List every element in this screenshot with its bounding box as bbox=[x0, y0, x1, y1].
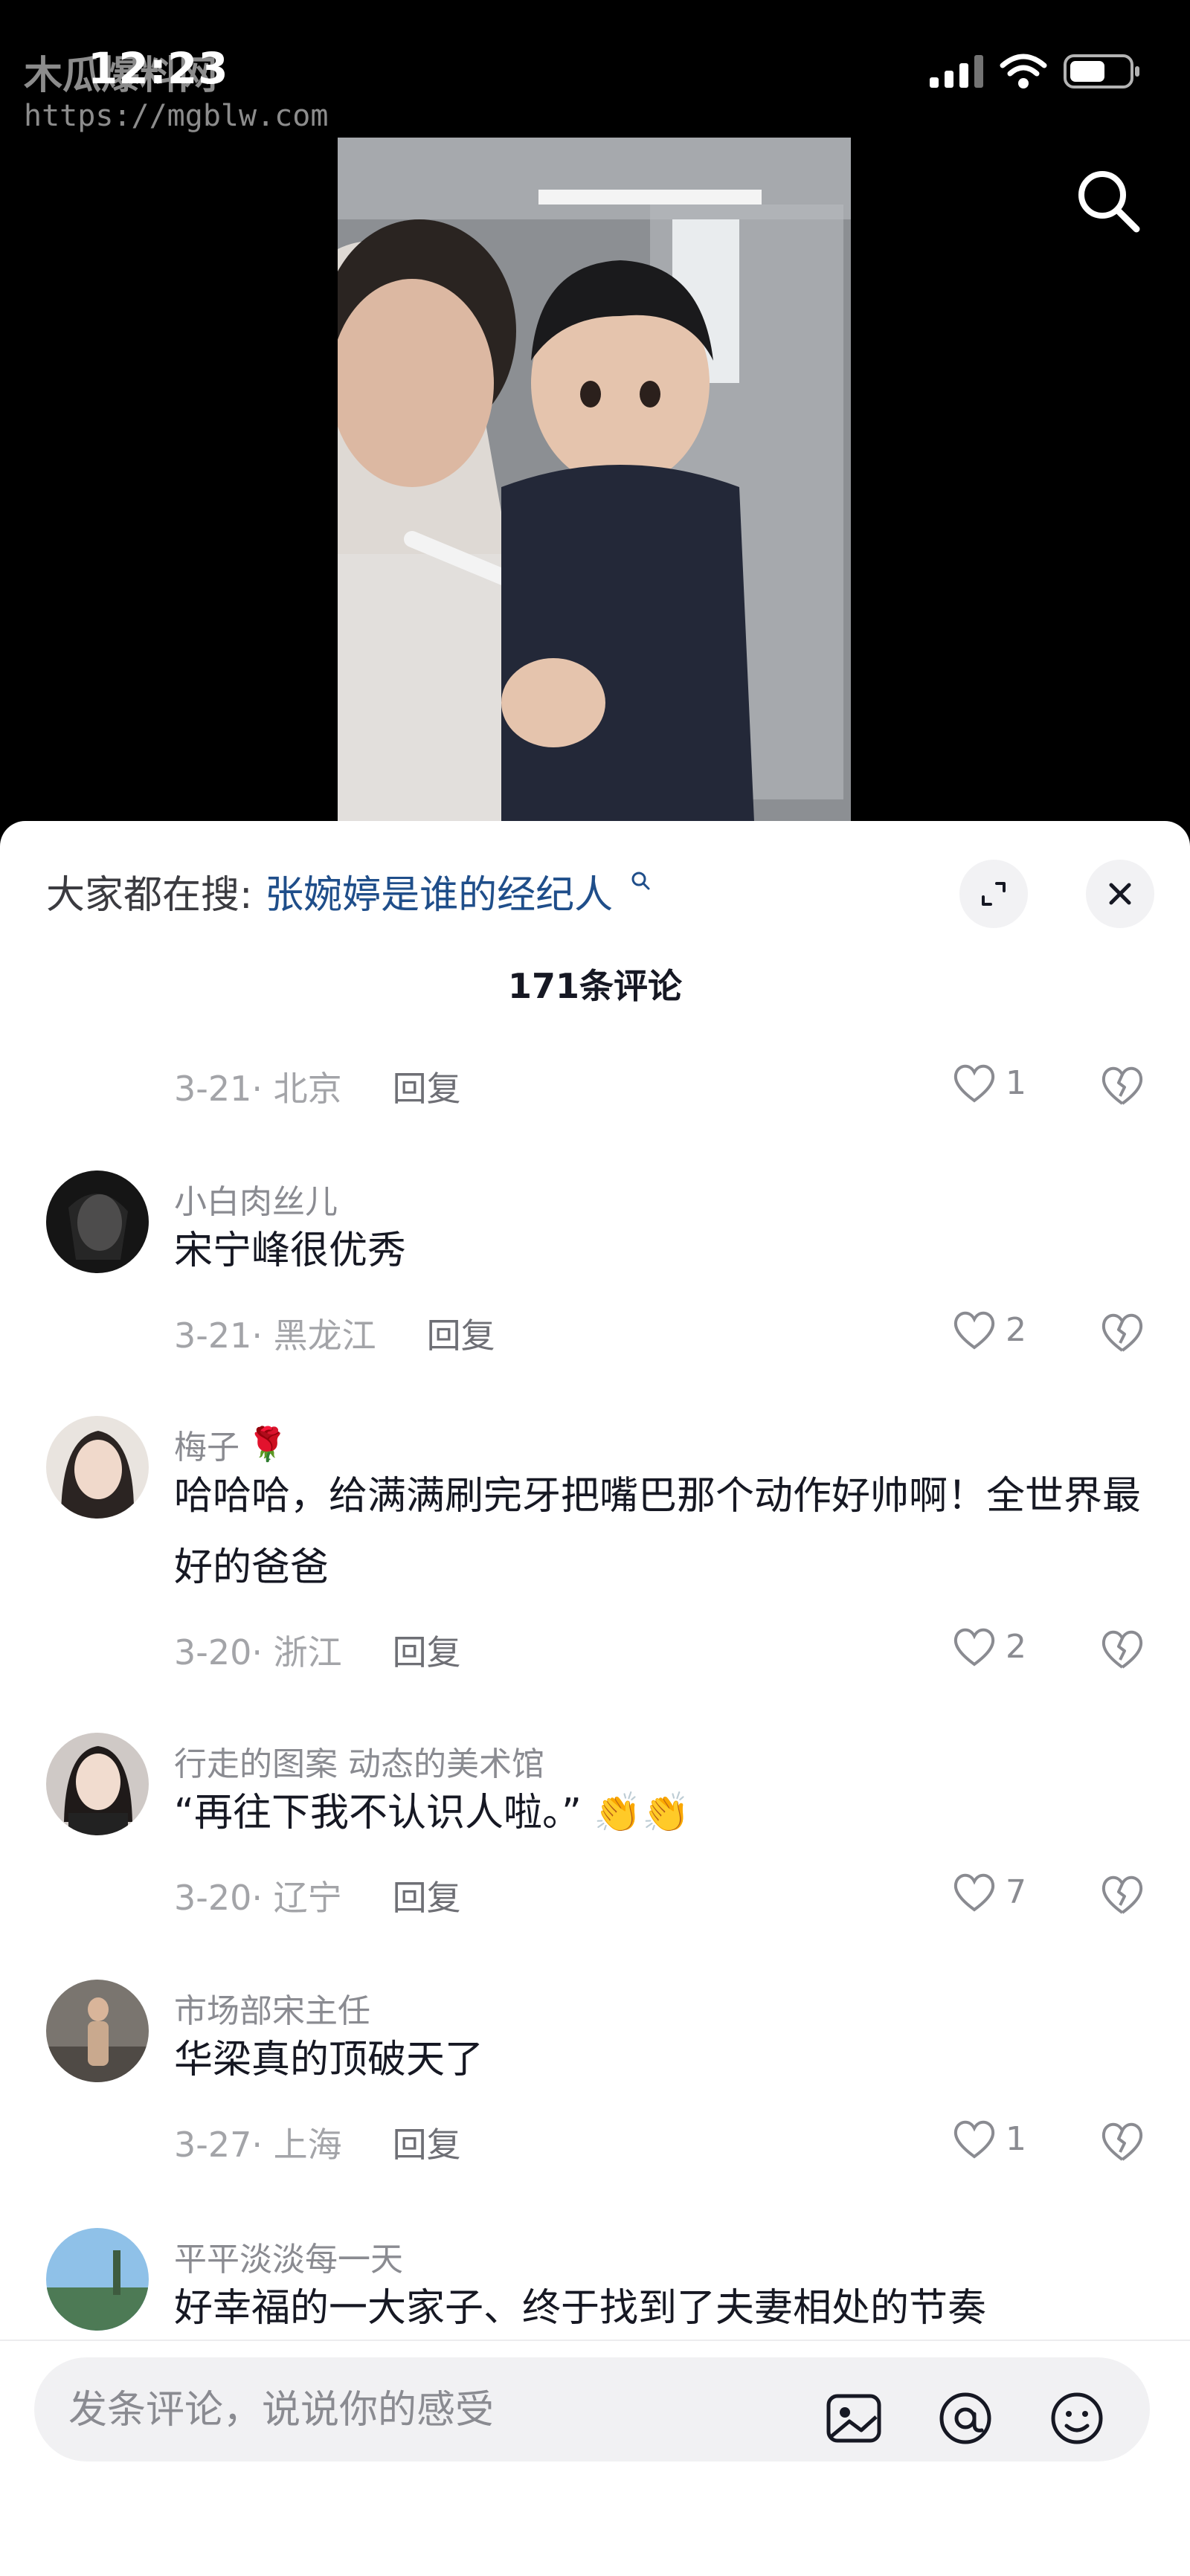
heart-icon bbox=[953, 1873, 995, 1912]
like-button[interactable]: 2 bbox=[952, 1309, 1026, 1350]
avatar-image bbox=[46, 1733, 149, 1835]
reply-button[interactable]: 回复 bbox=[393, 1871, 461, 1920]
like-button[interactable]: 1 bbox=[952, 1062, 1026, 1104]
broken-heart-icon[interactable] bbox=[1099, 1627, 1145, 1670]
comment-text: 宋宁峰很优秀 bbox=[174, 1229, 407, 1273]
trending-query-link[interactable]: 张婉婷是谁的经纪人 bbox=[265, 873, 613, 918]
video-frame-image bbox=[338, 138, 851, 822]
video-area: 12:23 木瓜爆料网 https://mgblw.com bbox=[0, 0, 1190, 825]
close-icon bbox=[1109, 883, 1131, 905]
emoji-icon[interactable] bbox=[1046, 2387, 1108, 2450]
at-mention-icon[interactable] bbox=[934, 2387, 997, 2450]
comment-date-location: 3-20· 浙江 bbox=[174, 1632, 342, 1672]
comment-meta: 3-20· 辽宁 回复 bbox=[174, 1871, 461, 1920]
avatar-image bbox=[46, 2228, 149, 2331]
avatar-image bbox=[46, 1980, 149, 2082]
comment-input-container[interactable] bbox=[34, 2357, 1150, 2463]
reply-button[interactable]: 回复 bbox=[393, 1626, 461, 1675]
search-icon[interactable] bbox=[1072, 165, 1144, 236]
comments-sheet: 大家都在搜: 张婉婷是谁的经纪人 171条评论 3-21· 北京 回复 1 小白… bbox=[0, 821, 1190, 2575]
image-icon[interactable] bbox=[823, 2387, 885, 2450]
reply-button[interactable]: 回复 bbox=[393, 1062, 461, 1111]
comment-text: “再往下我不认识人啦。” 👏👏 bbox=[174, 1777, 1148, 1849]
comments-count-title: 171条评论 bbox=[507, 966, 683, 1006]
broken-heart-icon[interactable] bbox=[1099, 1873, 1145, 1916]
avatar[interactable] bbox=[46, 1733, 149, 1835]
video-player[interactable] bbox=[338, 138, 851, 822]
like-button[interactable]: 7 bbox=[952, 1871, 1026, 1913]
comment-meta: 3-20· 浙江 回复 bbox=[174, 1626, 461, 1675]
like-count: 7 bbox=[1006, 1873, 1026, 1911]
broken-heart-icon[interactable] bbox=[1099, 1310, 1145, 1353]
trending-search-banner[interactable]: 大家都在搜: 张婉婷是谁的经纪人 bbox=[46, 866, 651, 925]
comment-meta: 3-21· 黑龙江 回复 bbox=[174, 1309, 495, 1358]
avatar[interactable] bbox=[46, 2228, 149, 2331]
comment-date-location: 3-21· 黑龙江 bbox=[174, 1316, 376, 1356]
like-count: 2 bbox=[1006, 1627, 1026, 1666]
reply-button[interactable]: 回复 bbox=[393, 2118, 461, 2167]
status-icons bbox=[930, 54, 1141, 89]
trending-prefix: 大家都在搜: bbox=[46, 873, 253, 918]
heart-icon bbox=[953, 2120, 995, 2159]
comment-date-location: 3-20· 辽宁 bbox=[174, 1878, 342, 1918]
comment-text-body: “再往下我不认识人啦。” bbox=[174, 1791, 582, 1835]
comment-date-location: 3-21· 北京 bbox=[174, 1069, 342, 1109]
avatar-image bbox=[46, 1416, 149, 1519]
broken-heart-icon[interactable] bbox=[1099, 1063, 1145, 1107]
clap-emojis: 👏👏 bbox=[594, 1791, 690, 1835]
expand-button[interactable] bbox=[959, 860, 1028, 928]
comment-date-location: 3-27· 上海 bbox=[174, 2125, 342, 2165]
like-count: 1 bbox=[1006, 2119, 1026, 2158]
like-button[interactable]: 2 bbox=[952, 1626, 1026, 1667]
avatar-image bbox=[46, 1171, 149, 1273]
heart-icon bbox=[953, 1628, 995, 1667]
avatar[interactable] bbox=[46, 1980, 149, 2082]
avatar[interactable] bbox=[46, 1416, 149, 1519]
heart-icon bbox=[953, 1311, 995, 1350]
rose-emoji: 🌹 bbox=[247, 1426, 288, 1464]
comment-text: 好幸福的一大家子、终于找到了夫妻相处的节奏 bbox=[174, 2286, 987, 2331]
battery-icon bbox=[1064, 54, 1139, 88]
expand-icon bbox=[982, 882, 1006, 906]
like-count: 1 bbox=[1006, 1063, 1026, 1102]
like-button[interactable]: 1 bbox=[952, 2118, 1026, 2160]
comment-meta: 3-21· 北京 回复 bbox=[174, 1062, 461, 1111]
avatar[interactable] bbox=[46, 1171, 149, 1273]
watermark-url: https://mgblw.com bbox=[24, 99, 329, 133]
watermark: 木瓜爆料网 https://mgblw.com bbox=[24, 54, 328, 134]
heart-icon bbox=[953, 1064, 995, 1103]
close-button[interactable] bbox=[1086, 860, 1154, 928]
comment-input[interactable] bbox=[67, 2357, 739, 2463]
comment-text: 华梁真的顶破天了 bbox=[174, 2038, 484, 2082]
like-count: 2 bbox=[1006, 1310, 1026, 1349]
signal-icon bbox=[930, 55, 983, 88]
wifi-icon bbox=[1000, 54, 1047, 88]
broken-heart-icon[interactable] bbox=[1099, 2119, 1145, 2163]
comment-meta: 3-27· 上海 回复 bbox=[174, 2118, 461, 2167]
comment-input-bar bbox=[0, 2340, 1190, 2576]
reply-button[interactable]: 回复 bbox=[427, 1309, 495, 1358]
comment-text: 哈哈哈，给满满刷完牙把嘴巴那个动作好帅啊！全世界最好的爸爸 bbox=[174, 1474, 1142, 1590]
watermark-title: 木瓜爆料网 bbox=[24, 54, 218, 98]
small-search-icon bbox=[631, 872, 650, 890]
